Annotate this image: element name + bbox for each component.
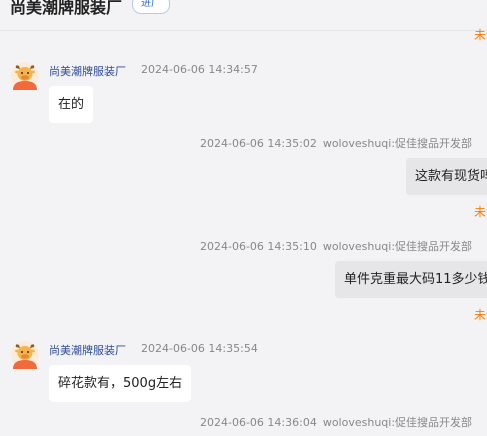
message-time: 2024-06-06 14:35:02 <box>200 137 317 150</box>
message-time: 2024-06-06 14:36:04 <box>200 416 317 429</box>
message-meta: 2024-06-06 14:36:04 woloveshuqi:促佳搜品开发部 <box>200 414 472 430</box>
shop-title: 尚美潮牌服装厂 <box>10 0 123 17</box>
message-time: 2024-06-06 14:35:54 <box>141 342 258 355</box>
message-sender: 尚美潮牌服装厂 <box>49 344 126 357</box>
message-author: woloveshuqi:促佳搜品开发部 <box>322 137 473 150</box>
cow-mascot-avatar-icon[interactable] <box>11 62 39 90</box>
unread-status: 未读 <box>474 308 487 322</box>
unread-status: 未读 <box>474 28 487 42</box>
message-time: 2024-06-06 14:34:57 <box>141 63 258 76</box>
message-bubble: 碎花款有，500g左右 <box>49 365 192 402</box>
enter-factory-button[interactable]: 进厂 <box>132 0 170 14</box>
chat-header: 尚美潮牌服装厂 进厂 <box>0 0 487 31</box>
message-sender: 尚美潮牌服装厂 <box>49 65 126 78</box>
message-author: woloveshuqi:促佳搜品开发部 <box>322 240 473 253</box>
chat-window: 尚美潮牌服装厂 进厂 未读 尚美潮牌服装厂 2024-06-06 14:34:5… <box>0 0 487 436</box>
message-author: woloveshuqi:促佳搜品开发部 <box>322 416 473 429</box>
message-meta: 2024-06-06 14:35:10 woloveshuqi:促佳搜品开发部 <box>200 238 472 254</box>
message-bubble: 在的 <box>49 86 94 123</box>
cow-mascot-avatar-icon[interactable] <box>11 341 39 369</box>
message-bubble: 这款有现货吗 <box>406 158 487 195</box>
message-bubble: 单件克重最大码11多少钱 <box>335 261 487 298</box>
message-time: 2024-06-06 14:35:10 <box>200 240 317 253</box>
message-meta: 2024-06-06 14:35:02 woloveshuqi:促佳搜品开发部 <box>200 135 472 151</box>
unread-status: 未读 <box>474 205 487 219</box>
